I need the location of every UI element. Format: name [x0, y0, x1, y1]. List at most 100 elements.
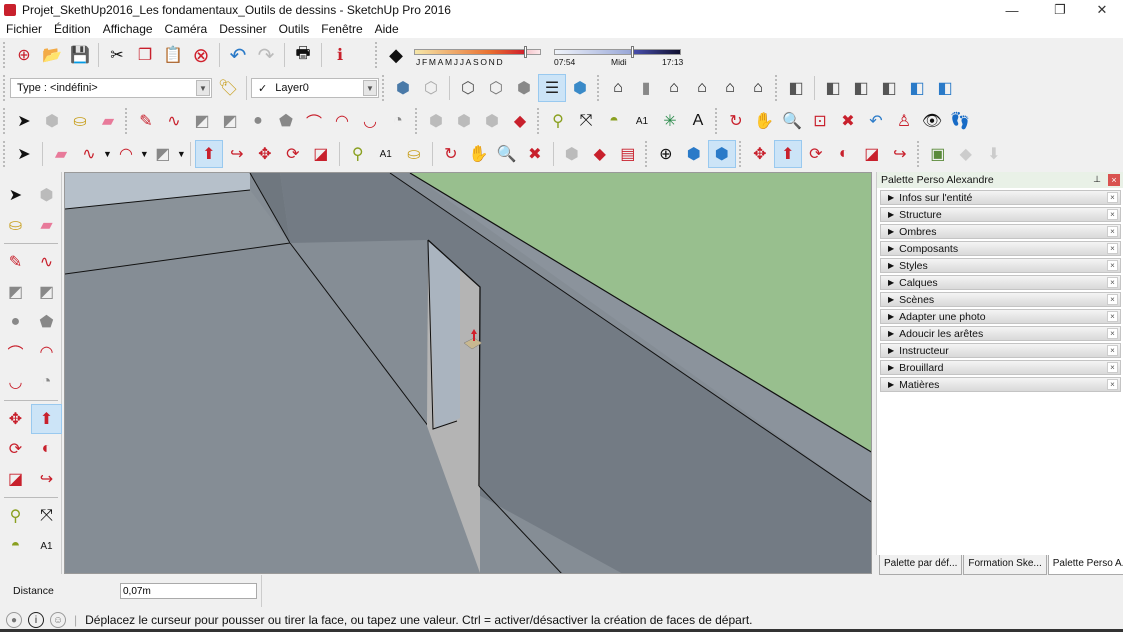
geolocation-icon[interactable]: ●: [6, 612, 22, 628]
scale-icon[interactable]: ◪: [0, 464, 31, 494]
dimension-icon[interactable]: ⤧: [572, 107, 600, 135]
tray-structure[interactable]: ▶ Structure ×: [880, 207, 1121, 222]
close-icon[interactable]: ×: [1107, 226, 1118, 237]
zoom-extents-icon[interactable]: ✖: [521, 140, 549, 168]
eraser-icon[interactable]: ▰: [94, 107, 122, 135]
move-icon[interactable]: ✥: [746, 140, 774, 168]
toolbar-grip[interactable]: [375, 42, 379, 68]
paint-bucket-icon[interactable]: ⛀: [0, 210, 31, 240]
orbit-icon[interactable]: ↻: [437, 140, 465, 168]
tray-composants[interactable]: ▶ Composants ×: [880, 241, 1121, 256]
rotate-icon[interactable]: ⟳: [802, 140, 830, 168]
previous-view-icon[interactable]: ↶: [862, 107, 890, 135]
protractor-icon[interactable]: ◓: [600, 107, 628, 135]
scale-icon[interactable]: ◪: [858, 140, 886, 168]
back-view-icon[interactable]: ⌂: [716, 74, 744, 102]
chevron-down-icon[interactable]: ▼: [363, 80, 377, 96]
scale-icon[interactable]: ◪: [307, 140, 335, 168]
outer-shell-icon[interactable]: ◧: [782, 74, 810, 102]
circle-icon[interactable]: ●: [0, 307, 31, 337]
section-plane-icon[interactable]: ⊕: [652, 140, 680, 168]
monochrome-icon[interactable]: ⬢: [566, 74, 594, 102]
component-icon[interactable]: ⬢: [31, 180, 62, 210]
toolbar-grip[interactable]: [3, 141, 7, 167]
eraser-icon[interactable]: ▰: [31, 210, 62, 240]
time-slider-thumb[interactable]: [631, 46, 634, 58]
toolbar-grip[interactable]: [537, 108, 541, 134]
send-to-layout-icon[interactable]: ▤: [614, 140, 642, 168]
push-pull-icon[interactable]: ⬆: [194, 140, 223, 168]
tray-ombres[interactable]: ▶ Ombres ×: [880, 224, 1121, 239]
trim-icon[interactable]: ◧: [903, 74, 931, 102]
zoom-window-icon[interactable]: ⊡: [806, 107, 834, 135]
orbit-icon[interactable]: ↻: [722, 107, 750, 135]
freehand-icon[interactable]: ∿: [31, 247, 62, 277]
menu-fichier[interactable]: Fichier: [0, 22, 48, 36]
text-icon[interactable]: A1: [372, 140, 400, 168]
pin-icon[interactable]: ⊥: [1093, 174, 1101, 185]
push-pull-icon[interactable]: ⬆: [31, 404, 62, 434]
front-view-icon[interactable]: ⌂: [660, 74, 688, 102]
model-info-icon[interactable]: ℹ: [326, 41, 354, 69]
sandbox-scratch-icon[interactable]: ⬢: [450, 107, 478, 135]
new-icon[interactable]: ⊕: [10, 41, 38, 69]
close-icon[interactable]: ×: [1107, 379, 1118, 390]
arc-icon[interactable]: ⌒: [300, 107, 328, 135]
toolbar-grip[interactable]: [916, 141, 921, 167]
union-icon[interactable]: ◧: [847, 74, 875, 102]
toolbar-grip[interactable]: [775, 75, 779, 101]
paint-bucket-icon[interactable]: ⛀: [400, 140, 428, 168]
polygon-icon[interactable]: ⬟: [272, 107, 300, 135]
tray-calques[interactable]: ▶ Calques ×: [880, 275, 1121, 290]
close-icon[interactable]: ×: [1107, 277, 1118, 288]
menu-fenetre[interactable]: Fenêtre: [315, 22, 368, 36]
freehand-icon[interactable]: ∿: [75, 140, 103, 168]
toolbar-grip[interactable]: [3, 108, 7, 134]
3d-warehouse-icon[interactable]: ⬢: [558, 140, 586, 168]
menu-affichage[interactable]: Affichage: [97, 22, 159, 36]
component-icon[interactable]: ⬢: [38, 107, 66, 135]
toolbar-grip[interactable]: [3, 42, 7, 68]
look-around-icon[interactable]: 👁: [918, 107, 946, 135]
arc-dropdown-icon[interactable]: ▼: [140, 149, 149, 159]
delete-icon[interactable]: ⊗: [187, 41, 215, 69]
arc-icon[interactable]: ⌒: [0, 337, 31, 367]
back-edges-icon[interactable]: ⬡: [417, 74, 445, 102]
close-icon[interactable]: ×: [1107, 192, 1118, 203]
tray-infos-entite[interactable]: ▶ Infos sur l'entité ×: [880, 190, 1121, 205]
info-icon[interactable]: i: [28, 612, 44, 628]
tag-icon[interactable]: 🏷: [214, 74, 242, 102]
pan-icon[interactable]: ✋: [750, 107, 778, 135]
toolbar-grip[interactable]: [382, 75, 386, 101]
rectangle-icon[interactable]: ◩: [149, 140, 177, 168]
top-view-icon[interactable]: ▮: [632, 74, 660, 102]
toolbar-grip[interactable]: [125, 108, 129, 134]
layer-dropdown[interactable]: ✓ Layer0 ▼: [251, 78, 379, 98]
user-icon[interactable]: ☺: [50, 612, 66, 628]
cut-icon[interactable]: ✂: [103, 41, 131, 69]
redo-icon[interactable]: ↷: [252, 41, 280, 69]
dimension-icon[interactable]: ⤧: [31, 501, 62, 531]
tray-scenes[interactable]: ▶ Scènes ×: [880, 292, 1121, 307]
follow-me-icon[interactable]: ↪: [223, 140, 251, 168]
close-icon[interactable]: ×: [1108, 174, 1120, 186]
pie-icon[interactable]: ◔: [31, 367, 62, 397]
display-section-planes-icon[interactable]: ⬢: [680, 140, 708, 168]
hidden-line-icon[interactable]: ⬡: [482, 74, 510, 102]
rectangle-icon[interactable]: ◩: [0, 277, 31, 307]
3d-text-icon[interactable]: A: [684, 107, 712, 135]
undo-icon[interactable]: ↶: [224, 41, 252, 69]
month-slider[interactable]: J F M A M J J A S O N D: [414, 43, 544, 67]
arc-icon[interactable]: ◠: [112, 140, 140, 168]
tab-formation-sketchup[interactable]: Formation Ske...: [963, 555, 1047, 575]
tape-measure-icon[interactable]: ⚲: [344, 140, 372, 168]
arc-2pt-icon[interactable]: ◠: [328, 107, 356, 135]
tray-matieres[interactable]: ▶ Matières ×: [880, 377, 1121, 392]
close-icon[interactable]: ×: [1107, 328, 1118, 339]
arc-2pt-icon[interactable]: ◠: [31, 337, 62, 367]
paste-icon[interactable]: 📋: [159, 41, 187, 69]
save-icon[interactable]: 💾: [66, 41, 94, 69]
shadows-toggle-icon[interactable]: ◆: [382, 41, 410, 69]
text-icon[interactable]: A1: [628, 107, 656, 135]
intersect-icon[interactable]: ◧: [819, 74, 847, 102]
